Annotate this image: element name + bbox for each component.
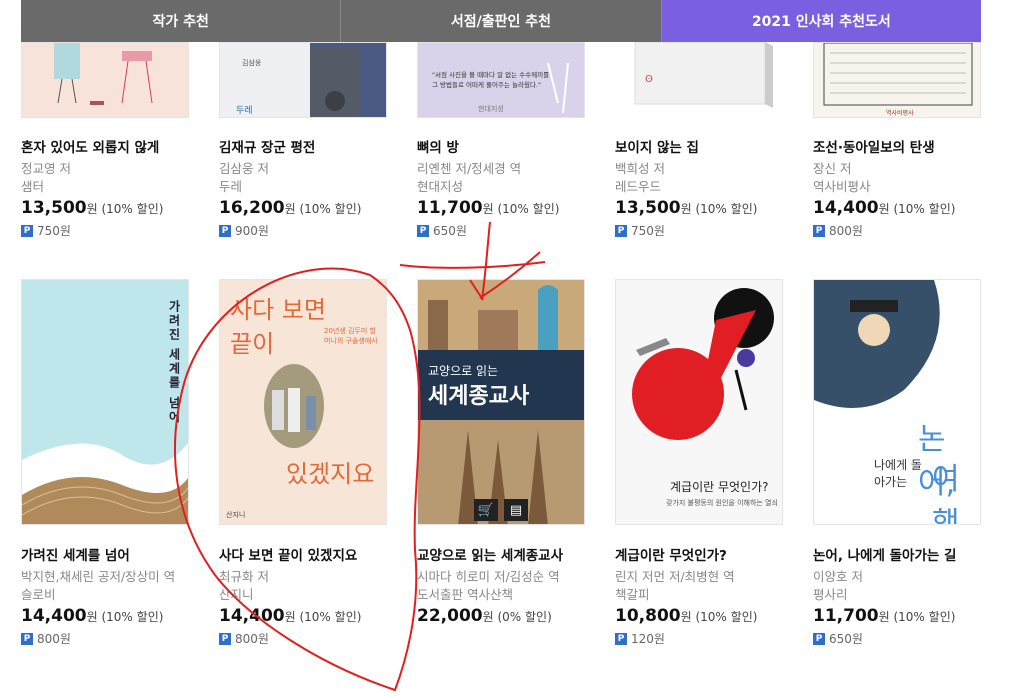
book-publisher[interactable]: 산지니 <box>219 584 254 603</box>
points-icon: P <box>813 224 825 237</box>
cover-title: 교양으로 읽는 <box>428 364 499 378</box>
book-author[interactable]: 린지 저먼 저/최병현 역 <box>615 566 735 585</box>
book-points: P 750원 <box>21 222 71 239</box>
book-publisher[interactable]: 책갈피 <box>615 584 650 603</box>
book-points: P 800원 <box>219 630 269 647</box>
book-author[interactable]: 최규화 저 <box>219 566 269 585</box>
book-points: P 650원 <box>417 222 467 239</box>
book-points: P 120원 <box>615 630 665 647</box>
svg-text:"서점 사진을 볼 때마다 알 없는 수수께끼를: "서점 사진을 볼 때마다 알 없는 수수께끼를 <box>432 70 549 79</box>
book-points: P 900원 <box>219 222 269 239</box>
book-price: 11,700원 (10% 할인) <box>813 606 956 626</box>
book-author[interactable]: 장신 저 <box>813 158 851 177</box>
book-title[interactable]: 교양으로 읽는 세계종교사 <box>417 544 563 564</box>
book-publisher[interactable]: 현대지성 <box>417 176 463 195</box>
svg-text:김삼웅: 김삼웅 <box>242 58 262 67</box>
points-icon: P <box>813 632 825 645</box>
cover-title: 여행 <box>932 462 960 525</box>
book-publisher[interactable]: 역사비평사 <box>813 176 871 195</box>
book-cover[interactable]: 가려진 세계를 넘어 <box>21 279 189 525</box>
book-price: 16,200원 (10% 할인) <box>219 198 362 218</box>
points-icon: P <box>21 224 33 237</box>
book-price: 14,400원 (10% 할인) <box>219 606 362 626</box>
cover-title: 가려진 세계를 넘어 <box>167 300 181 425</box>
cover-title: 있겠지요 <box>286 460 375 488</box>
svg-text:두레: 두레 <box>236 105 253 116</box>
points-icon: P <box>21 632 33 645</box>
book-publisher[interactable]: 샘터 <box>21 176 44 195</box>
book-title[interactable]: 조선·동아일보의 탄생 <box>813 136 935 156</box>
book-cover[interactable]: "서점 사진을 볼 때마다 알 없는 수수께끼를 그 방법들로 어떠케 풀어주는… <box>417 42 585 118</box>
book-title[interactable]: 뼈의 방 <box>417 136 459 156</box>
book-price: 10,800원 (10% 할인) <box>615 606 758 626</box>
cover-title: 세계종교사 <box>428 384 530 409</box>
book-cover[interactable]: 역사비평사 <box>813 42 981 118</box>
book-points: P 650원 <box>813 630 863 647</box>
book-price: 13,500원 (10% 할인) <box>21 198 164 218</box>
svg-text:역사비평사: 역사비평사 <box>886 109 914 117</box>
book-author[interactable]: 김삼웅 저 <box>219 158 269 177</box>
svg-text:ʘ: ʘ <box>645 74 653 85</box>
book-author[interactable]: 백희성 저 <box>615 158 665 177</box>
book-author[interactable]: 정교영 저 <box>21 158 71 177</box>
book-publisher[interactable]: 레드우드 <box>615 176 661 195</box>
points-icon: P <box>219 632 231 645</box>
book-cover[interactable]: 계급이란 무엇인가? 갖가지 불평등의 원인을 이해하는 열쇠 <box>615 279 783 525</box>
book-points: P 750원 <box>615 222 665 239</box>
book-price: 14,400원 (10% 할인) <box>21 606 164 626</box>
cover-title: 나에게 돌아가는 <box>874 458 922 489</box>
book-title[interactable]: 계급이란 무엇인가? <box>615 544 727 564</box>
cover-title: 계급이란 무엇인가? <box>670 480 769 494</box>
book-cover[interactable]: 김삼웅 두레 <box>219 42 387 118</box>
book-publisher[interactable]: 도서출판 역사산책 <box>417 584 513 603</box>
book-author[interactable]: 박지현,채세린 공저/장상미 역 <box>21 566 175 585</box>
cart-icon[interactable]: 🛒 <box>474 499 498 521</box>
book-author[interactable]: 이양호 저 <box>813 566 863 585</box>
points-icon: P <box>219 224 231 237</box>
tab-bookstore-recommend[interactable]: 서점/출판인 추천 <box>341 0 662 42</box>
book-cover[interactable] <box>21 42 189 118</box>
cover-publisher: 산지니 <box>226 511 246 519</box>
book-cover[interactable]: 교양으로 읽는 세계종교사 <box>417 279 585 525</box>
cover-subtitle: 갖가지 불평등의 원인을 이해하는 열쇠 <box>666 499 778 507</box>
points-icon: P <box>417 224 429 237</box>
cover-hover-actions: 🛒 ▤ <box>474 499 528 521</box>
tab-author-recommend[interactable]: 작가 추천 <box>21 0 342 42</box>
svg-text:현대지성: 현대지성 <box>478 104 504 113</box>
book-cover[interactable]: 사다 보면 끝이 20년생 김두미 할머니의 구술생애사 있겠지요 산지니 <box>219 279 387 525</box>
tab-2021-insahoe[interactable]: 2021 인사회 추천도서 <box>661 0 981 42</box>
book-title[interactable]: 혼자 있어도 외롭지 않게 <box>21 136 159 156</box>
points-icon: P <box>615 224 627 237</box>
book-title[interactable]: 가려진 세계를 넘어 <box>21 544 130 564</box>
book-points: P 800원 <box>813 222 863 239</box>
book-author[interactable]: 리옌첸 저/정세경 역 <box>417 158 521 177</box>
book-title[interactable]: 논어, 나에게 돌아가는 길 <box>813 544 956 564</box>
book-price: 11,700원 (10% 할인) <box>417 198 560 218</box>
book-publisher[interactable]: 평사리 <box>813 584 848 603</box>
book-preview-icon[interactable]: ▤ <box>504 499 528 521</box>
book-publisher[interactable]: 두레 <box>219 176 242 195</box>
book-price: 13,500원 (10% 할인) <box>615 198 758 218</box>
book-author[interactable]: 시마다 히로미 저/김성순 역 <box>417 566 560 585</box>
book-price: 22,000원 (0% 할인) <box>417 606 552 626</box>
book-title[interactable]: 사다 보면 끝이 있겠지요 <box>219 544 357 564</box>
book-publisher[interactable]: 슬로비 <box>21 584 56 603</box>
book-cover[interactable]: 논어, 나에게 돌아가는 여행 <box>813 279 981 525</box>
svg-text:그 방법들로 어떠케 풀어주는 놀라웠다.": 그 방법들로 어떠케 풀어주는 놀라웠다." <box>432 80 541 89</box>
book-title[interactable]: 김재규 장군 평전 <box>219 136 315 156</box>
book-points: P 800원 <box>21 630 71 647</box>
points-icon: P <box>615 632 627 645</box>
recommendation-tabs: 작가 추천 서점/출판인 추천 2021 인사회 추천도서 <box>21 0 981 42</box>
book-title[interactable]: 보이지 않는 집 <box>615 136 699 156</box>
book-cover[interactable]: ʘ <box>615 42 783 118</box>
book-price: 14,400원 (10% 할인) <box>813 198 956 218</box>
